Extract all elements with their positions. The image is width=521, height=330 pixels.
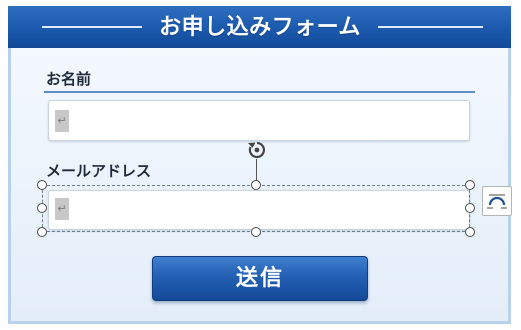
slide-canvas: お申し込みフォーム お名前 ↵ メールアドレス ↵ 送信 (0, 0, 521, 330)
resize-handle-top[interactable] (251, 180, 261, 190)
resize-handle-left[interactable] (37, 203, 47, 213)
header-rule-left (42, 26, 142, 28)
submit-button[interactable]: 送信 (152, 256, 368, 301)
layout-options-icon (487, 194, 507, 209)
header-rule-right (378, 26, 483, 28)
form-header: お申し込みフォーム (8, 6, 511, 48)
resize-handle-bottom-left[interactable] (37, 227, 47, 237)
resize-handle-right[interactable] (465, 203, 475, 213)
name-label: お名前 (46, 70, 92, 88)
email-label: メールアドレス (46, 162, 152, 180)
resize-handle-top-left[interactable] (37, 180, 47, 190)
form-title: お申し込みフォーム (159, 15, 361, 40)
resize-handle-top-right[interactable] (465, 180, 475, 190)
rotate-handle-icon[interactable] (246, 139, 268, 161)
layout-options-button[interactable] (482, 186, 512, 216)
selection-frame (42, 185, 470, 232)
paragraph-mark-icon: ↵ (55, 110, 69, 132)
resize-handle-bottom-right[interactable] (465, 227, 475, 237)
resize-handle-bottom[interactable] (251, 227, 261, 237)
name-field[interactable]: ↵ (48, 100, 470, 141)
name-label-underline (44, 91, 475, 93)
